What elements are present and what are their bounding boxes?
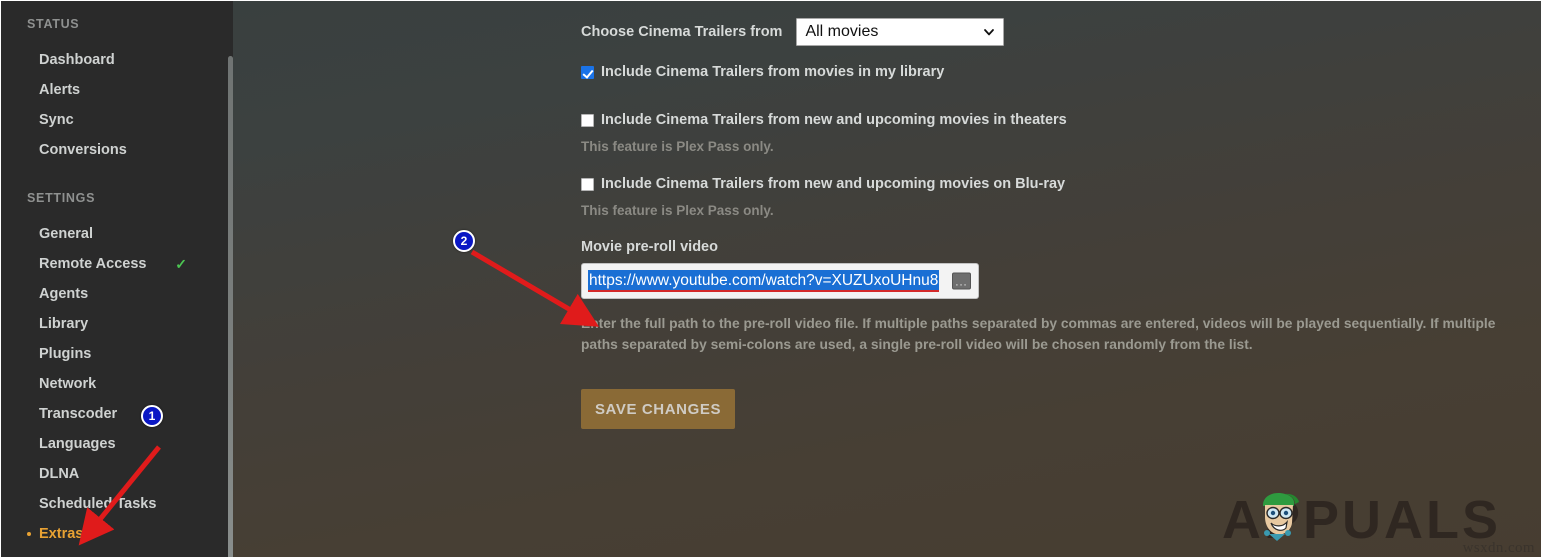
include-theater-trailers-label: Include Cinema Trailers from new and upc…	[601, 112, 1067, 128]
include-theater-trailers-row[interactable]: Include Cinema Trailers from new and upc…	[581, 111, 1541, 133]
sidebar-item-transcoder[interactable]: Transcoder	[1, 399, 233, 429]
sidebar-item-conversions[interactable]: Conversions	[1, 135, 233, 165]
sidebar-item-general[interactable]: General	[1, 219, 233, 249]
annotation-arrow-1	[78, 445, 161, 546]
sidebar-section-title-status: STATUS	[27, 17, 80, 31]
include-bluray-trailers-label: Include Cinema Trailers from new and upc…	[601, 176, 1066, 192]
sidebar-item-label: Transcoder	[39, 406, 118, 422]
trailers-source-label: Choose Cinema Trailers from	[581, 24, 783, 40]
sidebar-scrollbar[interactable]	[228, 56, 233, 557]
sidebar-item-label: Dashboard	[39, 52, 115, 68]
trailers-source-row: Choose Cinema Trailers from All movies	[581, 15, 1541, 49]
include-library-trailers-label: Include Cinema Trailers from movies in m…	[601, 64, 945, 80]
annotation-marker-2: 2	[453, 230, 475, 252]
preroll-video-value[interactable]: https://www.youtube.com/watch?v=XUZUxoUH…	[588, 270, 940, 292]
sidebar-item-label: General	[39, 226, 93, 242]
sidebar-item-label: Remote Access	[39, 256, 147, 272]
settings-content-panel: Choose Cinema Trailers from All movies I…	[233, 1, 1541, 557]
trailers-source-value: All movies	[805, 23, 879, 40]
sidebar-section-title-settings: SETTINGS	[27, 191, 96, 205]
save-changes-button[interactable]: SAVE CHANGES	[581, 389, 735, 429]
sidebar-item-network[interactable]: Network	[1, 369, 233, 399]
include-library-trailers-checkbox[interactable]	[581, 66, 594, 79]
sidebar-item-library[interactable]: Library	[1, 309, 233, 339]
sidebar-item-label: Sync	[39, 112, 74, 128]
remote-access-ok-checkmark-icon: ✓	[175, 256, 187, 272]
sidebar-item-alerts[interactable]: Alerts	[1, 75, 233, 105]
sidebar-item-remote-access[interactable]: Remote Access ✓	[1, 249, 233, 279]
sidebar-item-agents[interactable]: Agents	[1, 279, 233, 309]
sidebar-item-label: Plugins	[39, 346, 92, 362]
preroll-video-label: Movie pre-roll video	[581, 239, 718, 255]
sidebar-item-label: Agents	[39, 286, 89, 302]
chevron-down-icon	[984, 29, 995, 36]
extras-settings-form: Choose Cinema Trailers from All movies I…	[233, 1, 1541, 557]
ellipsis-icon: ...	[955, 276, 968, 289]
include-bluray-trailers-checkbox[interactable]	[581, 178, 594, 191]
sidebar-item-plugins[interactable]: Plugins	[1, 339, 233, 369]
preroll-video-description: Enter the full path to the pre-roll vide…	[581, 316, 1496, 352]
app-window: STATUS Dashboard Alerts Sync Conversions…	[0, 0, 1542, 558]
bluray-trailers-help-text: This feature is Plex Pass only.	[581, 203, 774, 218]
sidebar-item-label: Library	[39, 316, 89, 332]
sidebar-item-label: Alerts	[39, 82, 81, 98]
preroll-browse-button[interactable]: ...	[952, 272, 971, 290]
active-bullet-icon	[27, 532, 31, 536]
include-library-trailers-row[interactable]: Include Cinema Trailers from movies in m…	[581, 63, 1541, 85]
preroll-video-input[interactable]: https://www.youtube.com/watch?v=XUZUxoUH…	[581, 263, 979, 299]
trailers-source-select[interactable]: All movies	[796, 18, 1005, 46]
annotation-marker-1: 1	[141, 405, 163, 427]
sidebar-item-dashboard[interactable]: Dashboard	[1, 45, 233, 75]
sidebar-item-sync[interactable]: Sync	[1, 105, 233, 135]
sidebar-item-label: Network	[39, 376, 97, 392]
include-theater-trailers-checkbox[interactable]	[581, 114, 594, 127]
theater-trailers-help-text: This feature is Plex Pass only.	[581, 139, 774, 154]
sidebar-item-label: Conversions	[39, 142, 127, 158]
annotation-arrow-2	[470, 249, 599, 327]
include-bluray-trailers-row[interactable]: Include Cinema Trailers from new and upc…	[581, 175, 1541, 197]
